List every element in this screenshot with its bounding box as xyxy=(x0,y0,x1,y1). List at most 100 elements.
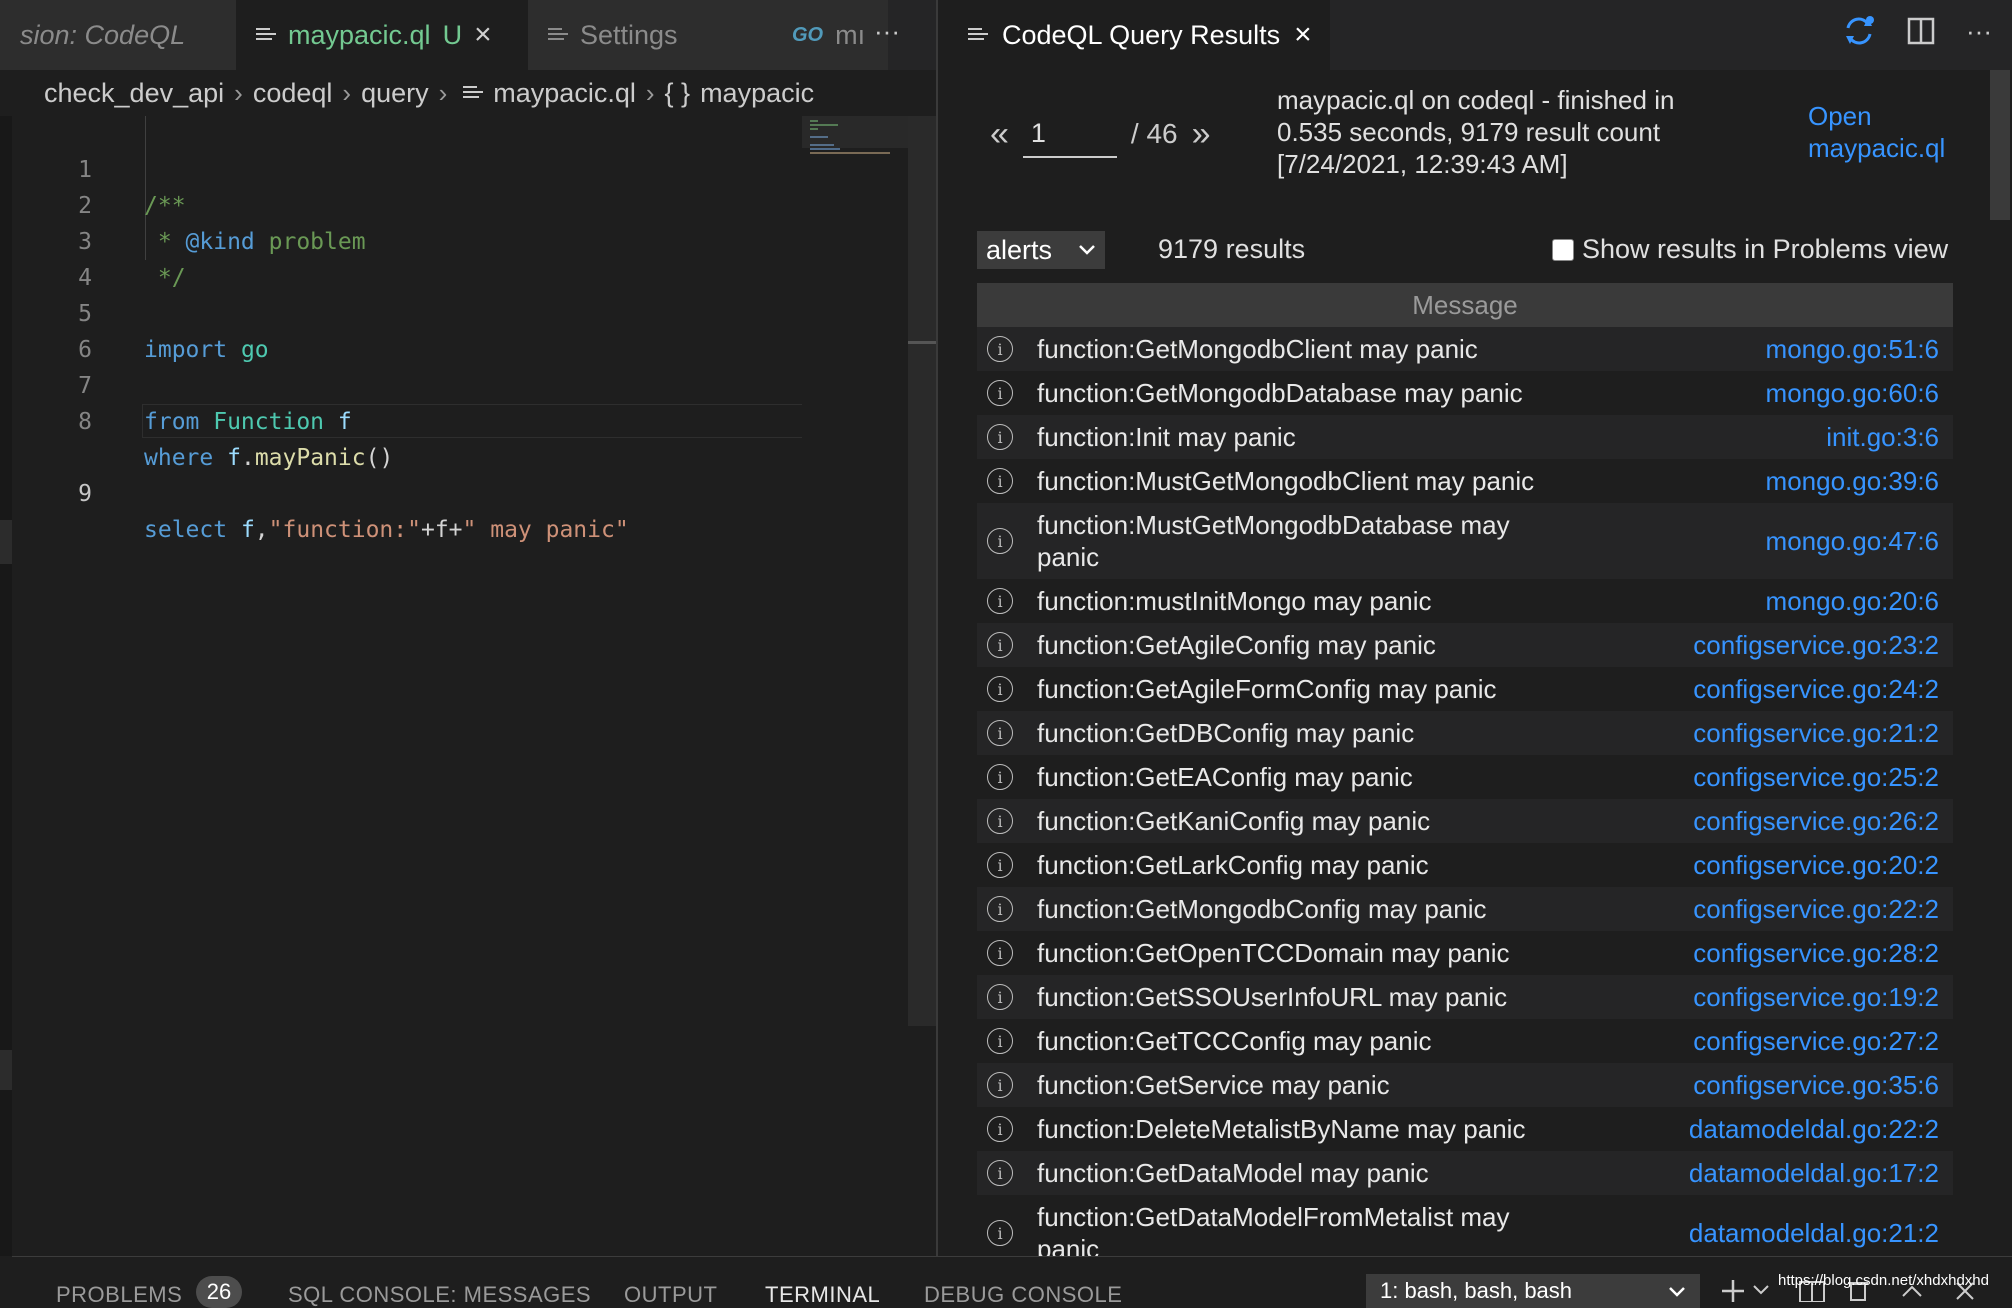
panel-tab-terminal[interactable]: TERMINAL xyxy=(765,1282,880,1308)
previous-page-button[interactable]: « xyxy=(990,115,1009,154)
result-location-link[interactable]: configservice.go:35:6 xyxy=(1693,1070,1939,1101)
table-row[interactable]: i function:GetMongodbConfig may panic conf… xyxy=(977,887,1953,931)
results-scrollbar[interactable] xyxy=(1988,70,2012,1256)
panel-tab-output[interactable]: OUTPUT xyxy=(624,1282,717,1308)
table-row[interactable]: i function:GetAgileFormConfig may panic co… xyxy=(977,667,1953,711)
chevron-down-icon[interactable] xyxy=(1752,1284,1770,1296)
chevron-right-icon: › xyxy=(438,77,448,108)
lines-icon xyxy=(256,28,276,40)
tab-codeql-query-results[interactable]: CodeQL Query Results × xyxy=(938,0,1330,70)
table-row[interactable]: i function:GetService may panic configserv… xyxy=(977,1063,1953,1107)
result-location-link[interactable]: mongo.go:47:6 xyxy=(1766,526,1939,557)
tab-go-file[interactable]: GO mı xyxy=(768,0,888,70)
table-header-message[interactable]: Message xyxy=(977,283,1953,327)
result-location-link[interactable]: init.go:3:6 xyxy=(1826,422,1939,453)
tab-label: CodeQL Query Results xyxy=(1002,19,1281,50)
table-row[interactable]: i function:Init may panic init.go:3:6 xyxy=(977,415,1953,459)
result-message: function:GetLarkConfig may panic xyxy=(1037,850,1429,880)
minimap[interactable] xyxy=(802,116,908,1256)
result-message: function:GetTCCConfig may panic xyxy=(1037,1026,1432,1056)
breadcrumb-item[interactable]: codeql xyxy=(253,78,333,109)
result-location-link[interactable]: configservice.go:26:2 xyxy=(1693,806,1939,837)
info-icon: i xyxy=(987,1116,1013,1142)
result-location-link[interactable]: datamodeldal.go:21:2 xyxy=(1689,1218,1939,1249)
result-location-link[interactable]: mongo.go:60:6 xyxy=(1766,378,1939,409)
code-editor[interactable]: 1 /** 2 * @kind problem 3 */ 4 5 import … xyxy=(12,116,812,543)
code-token: f xyxy=(227,517,255,543)
next-page-button[interactable]: » xyxy=(1192,115,1211,154)
breadcrumb-item[interactable]: maypacic xyxy=(700,78,814,109)
pagination: « / 46 » xyxy=(990,110,1211,158)
breadcrumb-item[interactable]: query xyxy=(361,78,429,109)
info-icon: i xyxy=(987,808,1013,834)
panel-tab-debug-console[interactable]: DEBUG CONSOLE xyxy=(924,1282,1122,1308)
terminal-select[interactable]: 1: bash, bash, bash xyxy=(1366,1274,1700,1308)
table-row[interactable]: i function:GetDBConfig may panic configser… xyxy=(977,711,1953,755)
table-row[interactable]: i function:DeleteMetalistByName may panic… xyxy=(977,1107,1953,1151)
result-location-link[interactable]: configservice.go:20:2 xyxy=(1693,850,1939,881)
tab-extension-codeql[interactable]: sion: CodeQL xyxy=(0,0,236,70)
table-row[interactable]: i function:GetTCCConfig may panic configse… xyxy=(977,1019,1953,1063)
table-row[interactable]: i function:GetOpenTCCDomain may panic conf… xyxy=(977,931,1953,975)
table-row[interactable]: i function:MustGetMongodbClient may panic… xyxy=(977,459,1953,503)
table-row[interactable]: i function:GetSSOUserInfoURL may panic con… xyxy=(977,975,1953,1019)
page-number-input[interactable] xyxy=(1022,110,1117,158)
table-row[interactable]: i function:GetMongodbDatabase may panic mo… xyxy=(977,371,1953,415)
info-icon: i xyxy=(987,380,1013,406)
result-location-link[interactable]: mongo.go:51:6 xyxy=(1766,334,1939,365)
lines-icon xyxy=(463,86,484,98)
result-location-link[interactable]: configservice.go:24:2 xyxy=(1693,674,1939,705)
breadcrumb-item[interactable]: check_dev_api xyxy=(44,78,224,109)
show-in-problems-checkbox[interactable]: Show results in Problems view xyxy=(1552,234,1948,265)
result-set-select[interactable]: alerts xyxy=(977,231,1105,269)
editor-scrollbar[interactable] xyxy=(908,116,936,1026)
minimap-line xyxy=(810,152,890,154)
more-icon[interactable]: ··· xyxy=(874,16,900,47)
panel-tab-problems[interactable]: PROBLEMS xyxy=(56,1282,182,1308)
line-number: 9 xyxy=(78,481,92,507)
panel-tab-sql-console[interactable]: SQL CONSOLE: MESSAGES xyxy=(288,1282,591,1308)
result-location-link[interactable]: datamodeldal.go:17:2 xyxy=(1689,1158,1939,1189)
code-line: 3 */ xyxy=(12,188,802,291)
result-location-link[interactable]: configservice.go:23:2 xyxy=(1693,630,1939,661)
table-row[interactable]: i function:GetAgileConfig may panic config… xyxy=(977,623,1953,667)
breadcrumb-item[interactable]: maypacic.ql xyxy=(493,78,636,109)
result-location-link[interactable]: configservice.go:27:2 xyxy=(1693,1026,1939,1057)
table-row[interactable]: i function:GetKaniConfig may panic configs… xyxy=(977,799,1953,843)
tab-label: mı xyxy=(835,19,866,50)
table-row[interactable]: i function:GetDataModel may panic datamode… xyxy=(977,1151,1953,1195)
tab-maypacic-ql[interactable]: maypacic.ql U × xyxy=(236,0,528,70)
table-row[interactable]: i function:GetLarkConfig may panic configs… xyxy=(977,843,1953,887)
close-icon[interactable]: × xyxy=(1294,18,1312,52)
split-editor-icon[interactable] xyxy=(1906,16,1936,46)
result-location-link[interactable]: datamodeldal.go:22:2 xyxy=(1689,1114,1939,1145)
result-location-link[interactable]: configservice.go:28:2 xyxy=(1693,938,1939,969)
table-row[interactable]: i function:mustInitMongo may panic mongo.g… xyxy=(977,579,1953,623)
braces-icon: { } xyxy=(664,77,691,108)
info-icon: i xyxy=(987,984,1013,1010)
result-message: function:GetDBConfig may panic xyxy=(1037,718,1415,748)
chevron-down-icon xyxy=(1079,245,1095,255)
table-row[interactable]: i function:MustGetMongodbDatabase may pan… xyxy=(977,503,1953,579)
result-location-link[interactable]: configservice.go:25:2 xyxy=(1693,762,1939,793)
result-location-link[interactable]: mongo.go:39:6 xyxy=(1766,466,1939,497)
result-location-link[interactable]: mongo.go:20:6 xyxy=(1766,586,1939,617)
close-icon[interactable]: × xyxy=(474,18,492,52)
result-message: function:GetSSOUserInfoURL may panic xyxy=(1037,982,1508,1012)
more-icon[interactable]: ··· xyxy=(1966,16,1992,47)
minimap-slider[interactable] xyxy=(802,116,908,148)
table-row[interactable]: i function:GetMongodbClient may panic mong… xyxy=(977,327,1953,371)
result-location-link[interactable]: configservice.go:22:2 xyxy=(1693,894,1939,925)
checkbox[interactable] xyxy=(1552,238,1574,261)
open-query-link[interactable]: Open maypacic.ql xyxy=(1808,100,1998,164)
result-location-link[interactable]: configservice.go:19:2 xyxy=(1693,982,1939,1013)
info-icon: i xyxy=(987,720,1013,746)
scrollbar-thumb[interactable] xyxy=(1990,70,2010,220)
result-message: function:GetMongodbConfig may panic xyxy=(1037,894,1487,924)
result-location-link[interactable]: configservice.go:21:2 xyxy=(1693,718,1939,749)
modified-badge: U xyxy=(442,19,463,50)
code-token: f xyxy=(213,445,241,471)
sync-icon[interactable] xyxy=(1842,14,1876,48)
tab-settings[interactable]: Settings xyxy=(528,0,768,70)
table-row[interactable]: i function:GetEAConfig may panic configser… xyxy=(977,755,1953,799)
